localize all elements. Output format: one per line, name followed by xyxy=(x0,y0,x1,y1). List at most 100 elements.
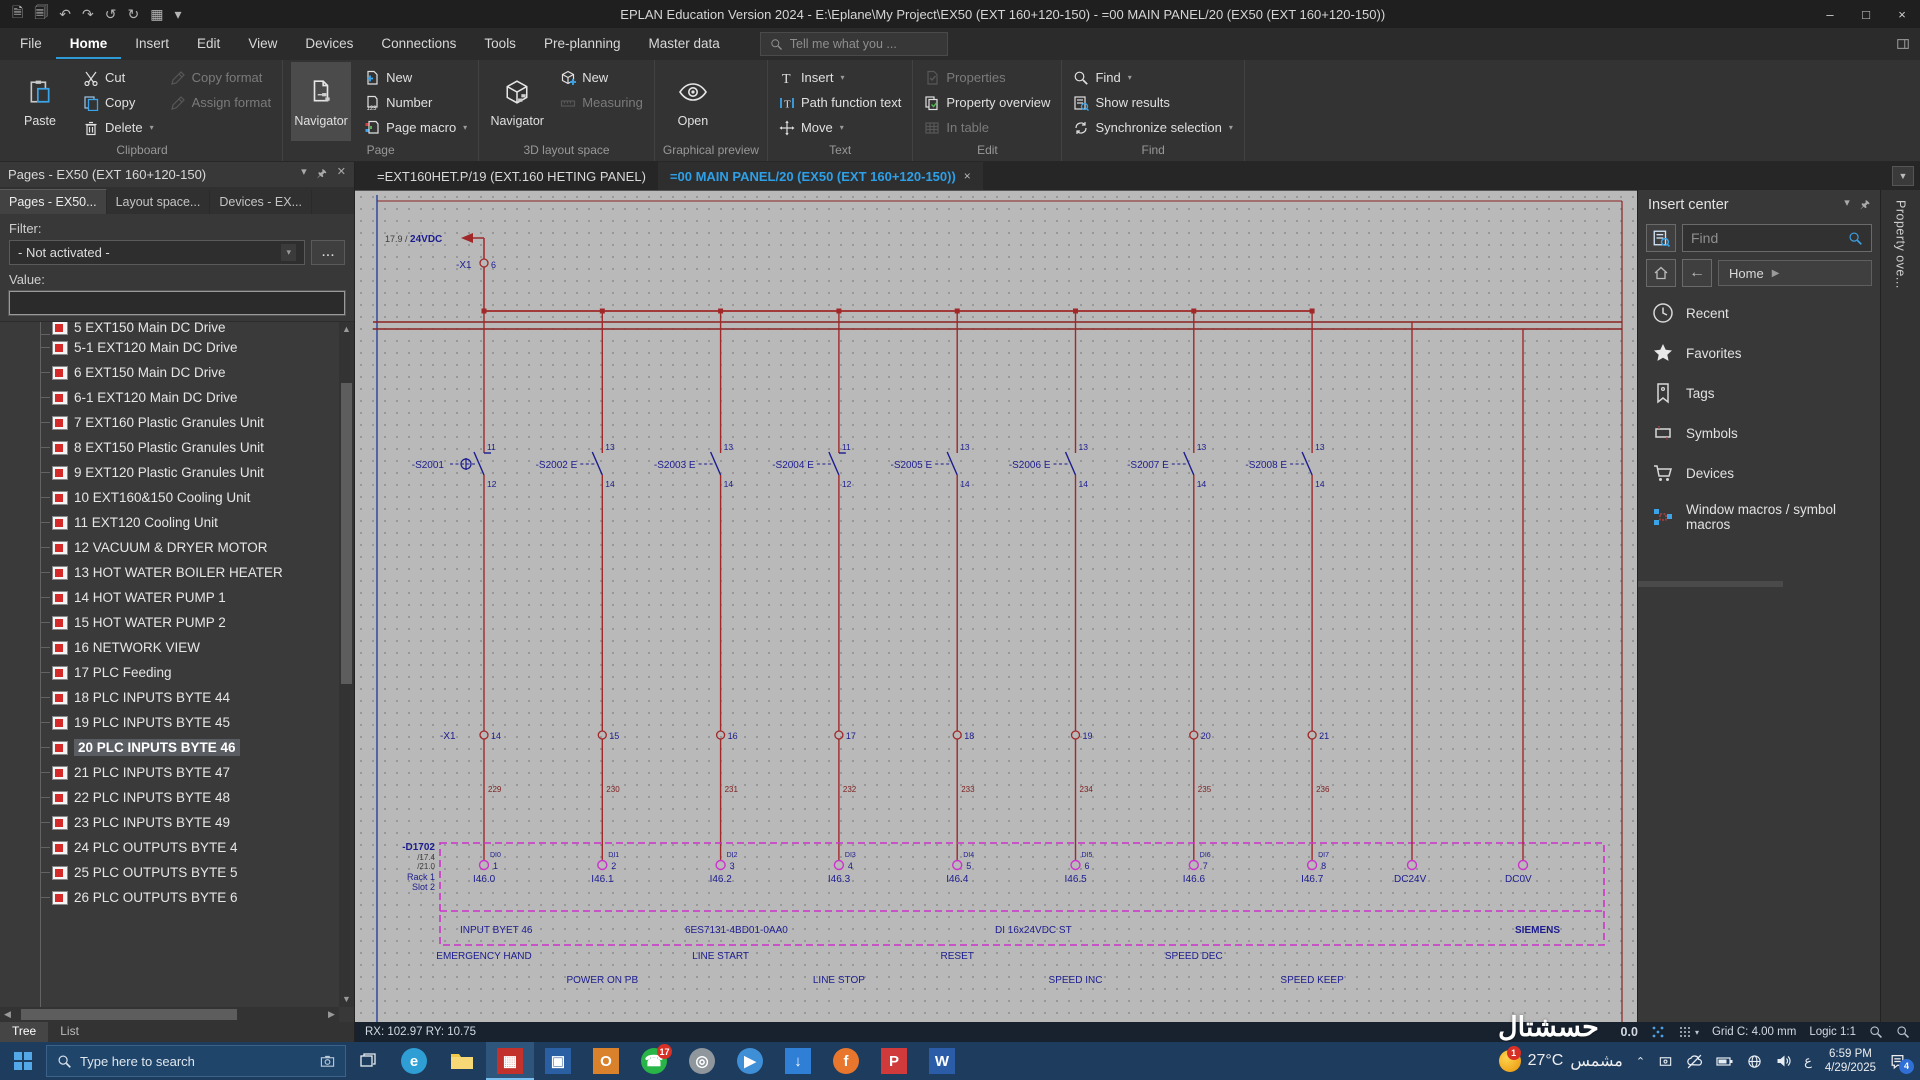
taskbar-app-gray-app[interactable]: ◎ xyxy=(678,1042,726,1080)
zoom-in-icon[interactable] xyxy=(1896,1025,1910,1039)
open-button[interactable]: Open xyxy=(663,62,723,141)
property-overview-button[interactable]: Property overview xyxy=(921,90,1053,115)
scroll-thumb-h[interactable] xyxy=(21,1009,238,1020)
insert-center-item-tags[interactable]: Tags xyxy=(1638,373,1880,413)
taskbar-app-edge[interactable]: e xyxy=(390,1042,438,1080)
tree-page-item[interactable]: 17 PLC Feeding xyxy=(30,660,339,685)
show-results-button[interactable]: Show results xyxy=(1070,90,1235,115)
menu-item-home[interactable]: Home xyxy=(56,29,122,59)
snip-tool-icon[interactable] xyxy=(1658,1054,1673,1069)
tree-page-item[interactable]: 18 PLC INPUTS BYTE 44 xyxy=(30,685,339,710)
scroll-left-icon[interactable]: ◀ xyxy=(0,1009,15,1020)
new-button[interactable]: New xyxy=(557,65,646,90)
paste-button[interactable]: Paste xyxy=(10,62,70,141)
document-tab[interactable]: =EXT160HET.P/19 (EXT.160 HETING PANEL) xyxy=(365,162,658,190)
home-icon[interactable] xyxy=(1646,259,1676,287)
tree-page-item[interactable]: 5 EXT150 Main DC Drive xyxy=(30,322,339,335)
insert-find-input[interactable] xyxy=(1691,230,1848,246)
menu-item-tools[interactable]: Tools xyxy=(470,29,530,59)
insert-center-item-window[interactable]: Window macros / symbol macros xyxy=(1638,493,1880,541)
insert-button[interactable]: T Insert ▾ xyxy=(776,65,904,90)
taskbar-search[interactable]: Type here to search xyxy=(46,1045,346,1077)
taskbar-app-whatsapp[interactable]: ☎ 17 xyxy=(630,1042,678,1080)
tray-expand-icon[interactable]: ⌃ xyxy=(1636,1055,1645,1068)
number-button[interactable]: 123 Number xyxy=(361,90,470,115)
tree-page-item[interactable]: 14 HOT WATER PUMP 1 xyxy=(30,585,339,610)
tree-page-item[interactable]: 16 NETWORK VIEW xyxy=(30,635,339,660)
menu-item-view[interactable]: View xyxy=(234,29,291,59)
tree-vertical-scrollbar[interactable]: ▲ ▼ xyxy=(339,322,354,1007)
close-button[interactable]: × xyxy=(1884,0,1920,28)
taskbar-app-file-explorer[interactable] xyxy=(438,1042,486,1080)
maximize-button[interactable]: □ xyxy=(1848,0,1884,28)
start-button[interactable] xyxy=(0,1042,46,1080)
menu-item-connections[interactable]: Connections xyxy=(367,29,470,59)
snap-icon[interactable] xyxy=(1651,1025,1665,1039)
tab-list-dropdown[interactable]: ▼ xyxy=(1892,166,1914,186)
menu-item-devices[interactable]: Devices xyxy=(291,29,367,59)
language-indicator[interactable]: ع xyxy=(1804,1053,1812,1069)
panel-pin-icon[interactable]: 🖈 xyxy=(1860,196,1870,215)
panel-tab-layout-space-[interactable]: Layout space... xyxy=(106,190,211,214)
scroll-right-icon[interactable]: ▶ xyxy=(324,1009,339,1020)
tree-page-item[interactable]: 20 PLC INPUTS BYTE 46 xyxy=(30,735,339,760)
menu-item-pre-planning[interactable]: Pre-planning xyxy=(530,29,635,59)
synchronize-selection-button[interactable]: Synchronize selection ▾ xyxy=(1070,115,1235,140)
panel-splitter[interactable] xyxy=(1638,581,1784,587)
tree-page-item[interactable]: 9 EXT120 Plastic Granules Unit xyxy=(30,460,339,485)
scroll-down-icon[interactable]: ▼ xyxy=(342,992,351,1007)
insert-center-item-symbols[interactable]: Symbols xyxy=(1638,413,1880,453)
filter-more-button[interactable]: ... xyxy=(311,240,345,265)
back-arrow-icon[interactable]: ← xyxy=(1682,259,1712,287)
battery-icon[interactable] xyxy=(1716,1054,1734,1068)
path-function-text-button[interactable]: T Path function text xyxy=(776,90,904,115)
breadcrumb[interactable]: Home ▶ xyxy=(1718,260,1872,286)
tree-page-item[interactable]: 25 PLC OUTPUTS BYTE 5 xyxy=(30,860,339,885)
search-results-icon[interactable] xyxy=(1646,224,1676,252)
tab-tree[interactable]: Tree xyxy=(0,1022,49,1042)
panel-dropdown-icon[interactable]: ▾ xyxy=(1844,196,1850,215)
tree-page-item[interactable]: 26 PLC OUTPUTS BYTE 6 xyxy=(30,885,339,910)
tree-page-item[interactable]: 10 EXT160&150 Cooling Unit xyxy=(30,485,339,510)
property-overview-tab[interactable]: Property ove... xyxy=(1894,200,1908,289)
network-globe-icon[interactable] xyxy=(1747,1054,1762,1069)
tree-page-item[interactable]: 6 EXT150 Main DC Drive xyxy=(30,360,339,385)
redo-icon[interactable]: ↺ xyxy=(105,6,117,23)
visual-search-camera-icon[interactable] xyxy=(320,1054,335,1069)
menu-item-file[interactable]: File xyxy=(6,29,56,59)
panel-close-icon[interactable]: ✕ xyxy=(337,165,346,184)
schematic-canvas[interactable]: 17.9 / 24VDC -X1 6 11 12 -S2001 14 -X1 229 DI0 1 I4… xyxy=(355,190,1637,1022)
taskbar-app-eplan-p8[interactable]: P xyxy=(870,1042,918,1080)
panel-tab-pages-ex50-[interactable]: Pages - EX50... xyxy=(0,189,107,214)
tell-me-search[interactable]: Tell me what you ... xyxy=(759,32,948,56)
insert-center-item-recent[interactable]: Recent xyxy=(1638,293,1880,333)
panel-pin-icon[interactable]: 🖈 xyxy=(317,165,327,184)
clock[interactable]: 6:59 PM 4/29/2025 xyxy=(1825,1047,1876,1076)
menu-item-edit[interactable]: Edit xyxy=(183,29,234,59)
undo-icon[interactable]: ↷ xyxy=(82,6,94,23)
delete-button[interactable]: Delete ▾ xyxy=(80,115,157,140)
navigator-button[interactable]: Navigator xyxy=(291,62,352,141)
taskbar-app-outlook[interactable]: O xyxy=(582,1042,630,1080)
tree-page-item[interactable]: 5-1 EXT120 Main DC Drive xyxy=(30,335,339,360)
insert-center-item-devices[interactable]: Devices xyxy=(1638,453,1880,493)
menu-item-master-data[interactable]: Master data xyxy=(635,29,734,59)
tree-page-item[interactable]: 7 EXT160 Plastic Granules Unit xyxy=(30,410,339,435)
close-tab-icon[interactable]: × xyxy=(964,169,971,183)
taskbar-app-blue-app[interactable]: ▣ xyxy=(534,1042,582,1080)
value-input[interactable] xyxy=(8,290,346,316)
undo-drop-icon[interactable]: ↶ xyxy=(59,6,71,23)
tree-page-item[interactable]: 8 EXT150 Plastic Granules Unit xyxy=(30,435,339,460)
tree-page-item[interactable]: 13 HOT WATER BOILER HEATER xyxy=(30,560,339,585)
grid-menu-icon[interactable]: ▾ xyxy=(1678,1025,1699,1039)
volume-icon[interactable] xyxy=(1775,1053,1791,1069)
tree-page-item[interactable]: 12 VACUUM & DRYER MOTOR xyxy=(30,535,339,560)
taskbar-app-eplan-app[interactable]: ▦ xyxy=(486,1042,534,1080)
tree-page-item[interactable]: 19 PLC INPUTS BYTE 45 xyxy=(30,710,339,735)
taskbar-app-firefox[interactable]: f xyxy=(822,1042,870,1080)
taskbar-app-download-manager[interactable]: ↓ xyxy=(774,1042,822,1080)
document-tab[interactable]: =00 MAIN PANEL/20 (EX50 (EXT 160+120-150… xyxy=(657,162,983,190)
ribbon-options-icon[interactable] xyxy=(1896,37,1910,51)
notification-center[interactable]: 4 xyxy=(1889,1053,1914,1074)
tree-page-item[interactable]: 11 EXT120 Cooling Unit xyxy=(30,510,339,535)
